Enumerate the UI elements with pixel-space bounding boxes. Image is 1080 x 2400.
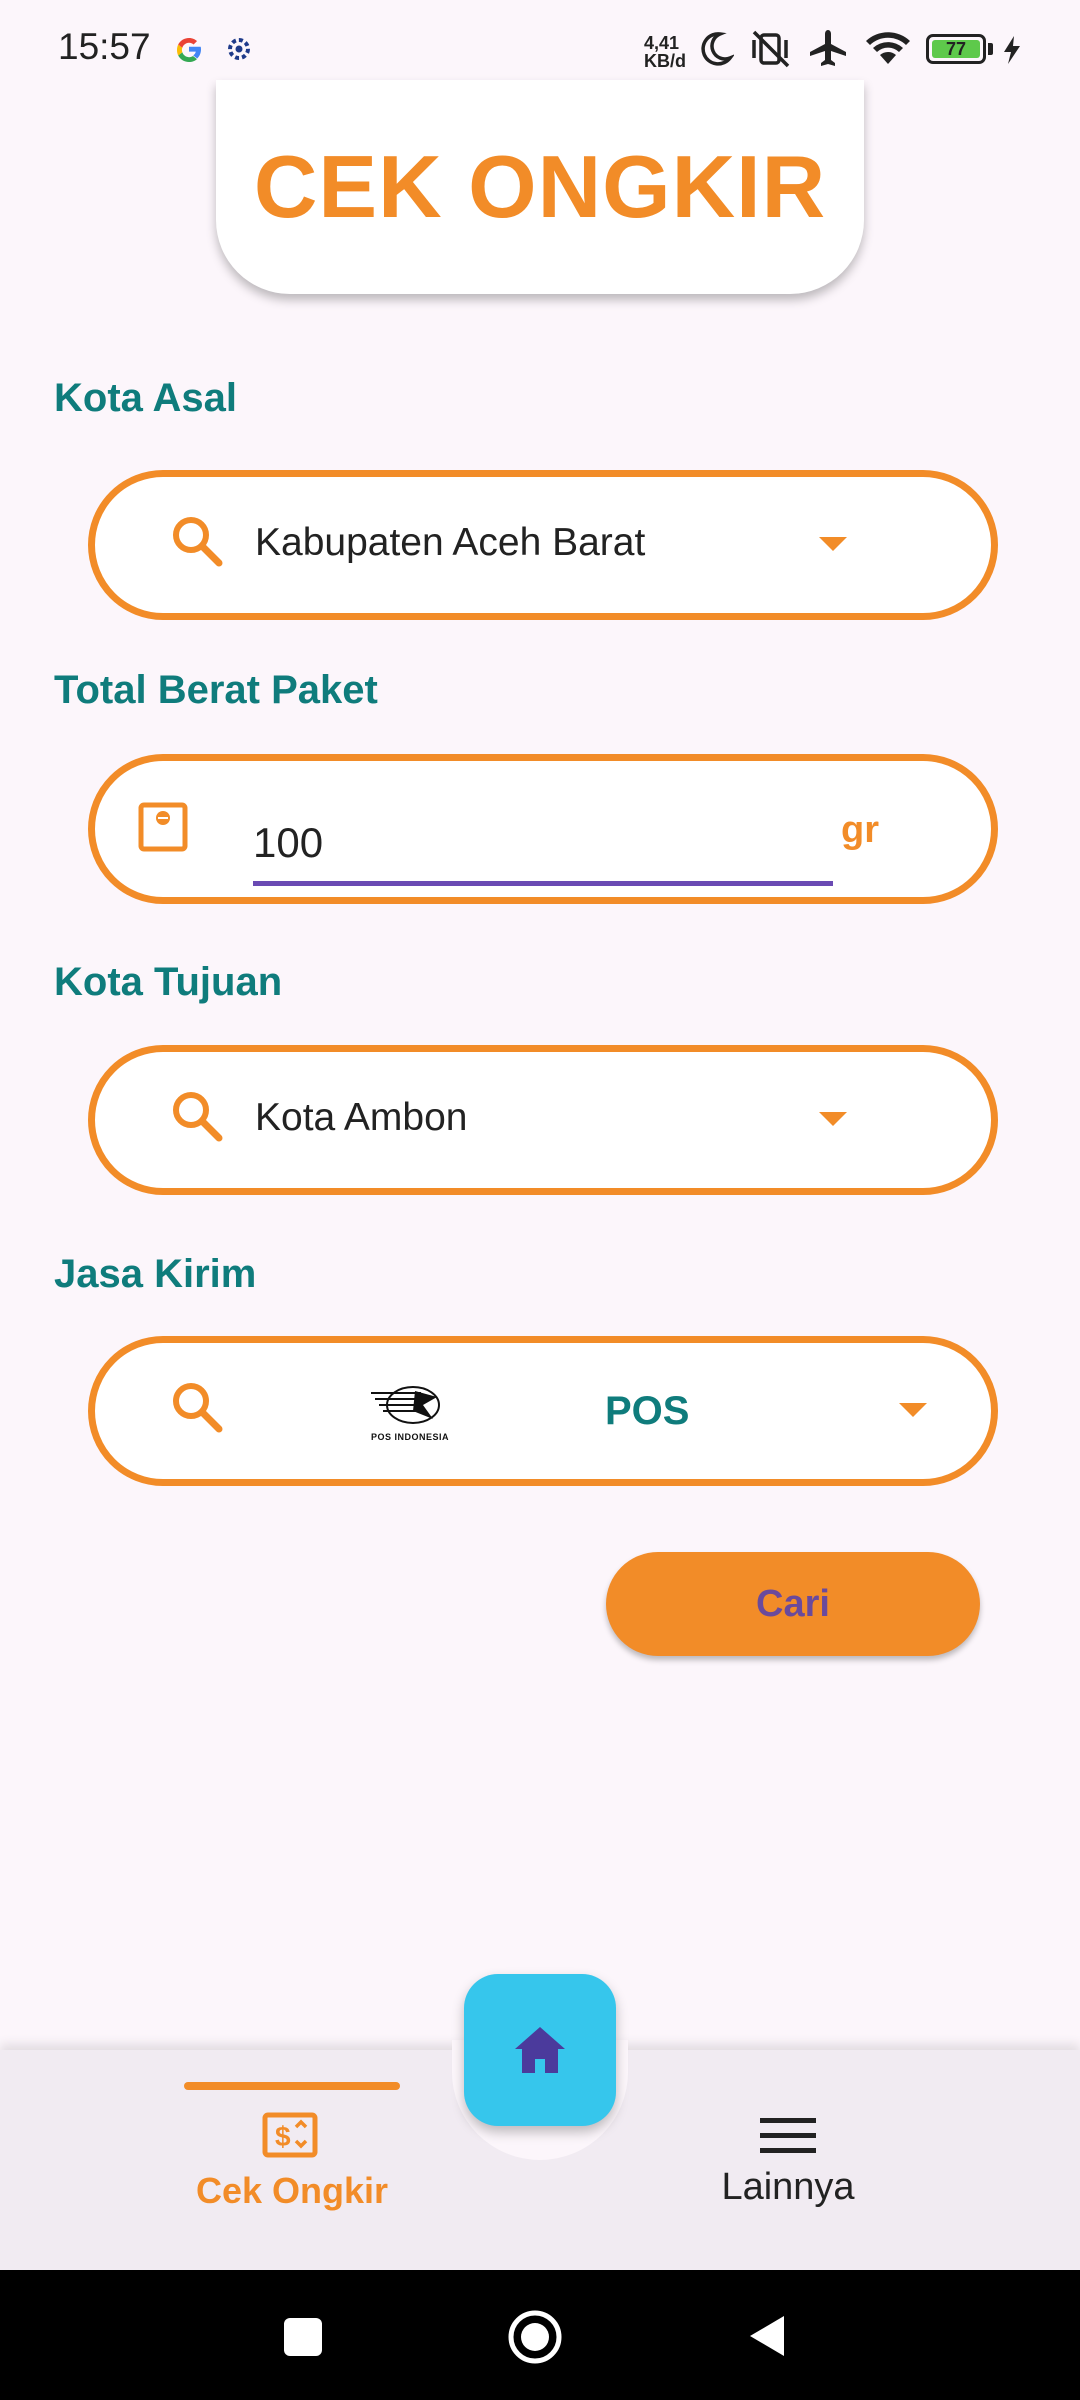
- svg-text:$: $: [275, 2121, 291, 2152]
- net-speed-value: 4,41: [644, 33, 680, 53]
- nav-label-lainnya: Lainnya: [721, 2166, 855, 2208]
- moon-icon: [701, 32, 734, 66]
- courier-dropdown[interactable]: POS INDONESIA POS: [88, 1336, 998, 1486]
- weight-label: Total Berat Paket: [54, 668, 378, 712]
- destination-value: Kota Ambon: [255, 1096, 468, 1139]
- airplane-icon: [810, 30, 846, 66]
- home-fab[interactable]: [464, 1974, 616, 2126]
- search-button[interactable]: Cari: [606, 1552, 980, 1656]
- net-speed-unit: KB/d: [644, 51, 686, 71]
- origin-label: Kota Asal: [54, 376, 238, 420]
- chevron-down-icon: [819, 1112, 847, 1126]
- home-icon: [515, 2027, 565, 2073]
- search-button-label: Cari: [756, 1582, 830, 1625]
- active-tab-indicator: [184, 2082, 400, 2090]
- wifi-icon: [866, 32, 910, 64]
- weight-field[interactable]: 100 gr: [88, 754, 998, 904]
- menu-icon: [760, 2118, 816, 2153]
- back-button[interactable]: [746, 2312, 788, 2360]
- header-card: CEK ONGKIR: [216, 80, 864, 294]
- charging-icon: [1004, 36, 1020, 64]
- weight-input-underline: [253, 881, 833, 886]
- chevron-down-icon: [899, 1403, 927, 1417]
- vibrate-off-icon: [752, 30, 790, 68]
- origin-dropdown[interactable]: Kabupaten Aceh Barat: [88, 470, 998, 620]
- nav-label-cek-ongkir: Cek Ongkir: [195, 2170, 389, 2211]
- search-icon: [173, 1092, 223, 1142]
- chevron-down-icon: [819, 537, 847, 551]
- scale-icon: [138, 802, 188, 852]
- weight-unit: gr: [841, 809, 879, 851]
- destination-dropdown[interactable]: Kota Ambon: [88, 1045, 998, 1195]
- pos-indonesia-bird-icon: [371, 1386, 440, 1424]
- nav-item-lainnya[interactable]: Lainnya: [650, 2100, 926, 2230]
- system-navigation-bar: [0, 2270, 1080, 2400]
- courier-label: Jasa Kirim: [54, 1252, 257, 1296]
- settings-gear-icon: [228, 38, 250, 60]
- destination-label: Kota Tujuan: [54, 960, 283, 1004]
- search-icon: [173, 1383, 223, 1433]
- pos-logo-text: POS INDONESIA: [370, 1432, 449, 1442]
- nav-item-cek-ongkir[interactable]: $ Cek Ongkir: [150, 2100, 434, 2230]
- battery-icon: 77: [926, 34, 986, 64]
- weight-input[interactable]: 100: [253, 819, 323, 867]
- page-title: CEK ONGKIR: [253, 137, 827, 236]
- pos-indonesia-logo: POS INDONESIA: [365, 1381, 455, 1442]
- recent-apps-button[interactable]: [284, 2318, 322, 2356]
- courier-value: POS: [605, 1389, 690, 1433]
- home-system-button[interactable]: [506, 2308, 564, 2366]
- google-icon: [177, 38, 201, 62]
- search-icon: [173, 517, 223, 567]
- dollar-card-icon: $: [262, 2112, 318, 2158]
- status-time: 15:57: [58, 26, 151, 67]
- battery-tip: [988, 43, 993, 55]
- origin-value: Kabupaten Aceh Barat: [255, 521, 646, 564]
- battery-level: 77: [932, 39, 980, 59]
